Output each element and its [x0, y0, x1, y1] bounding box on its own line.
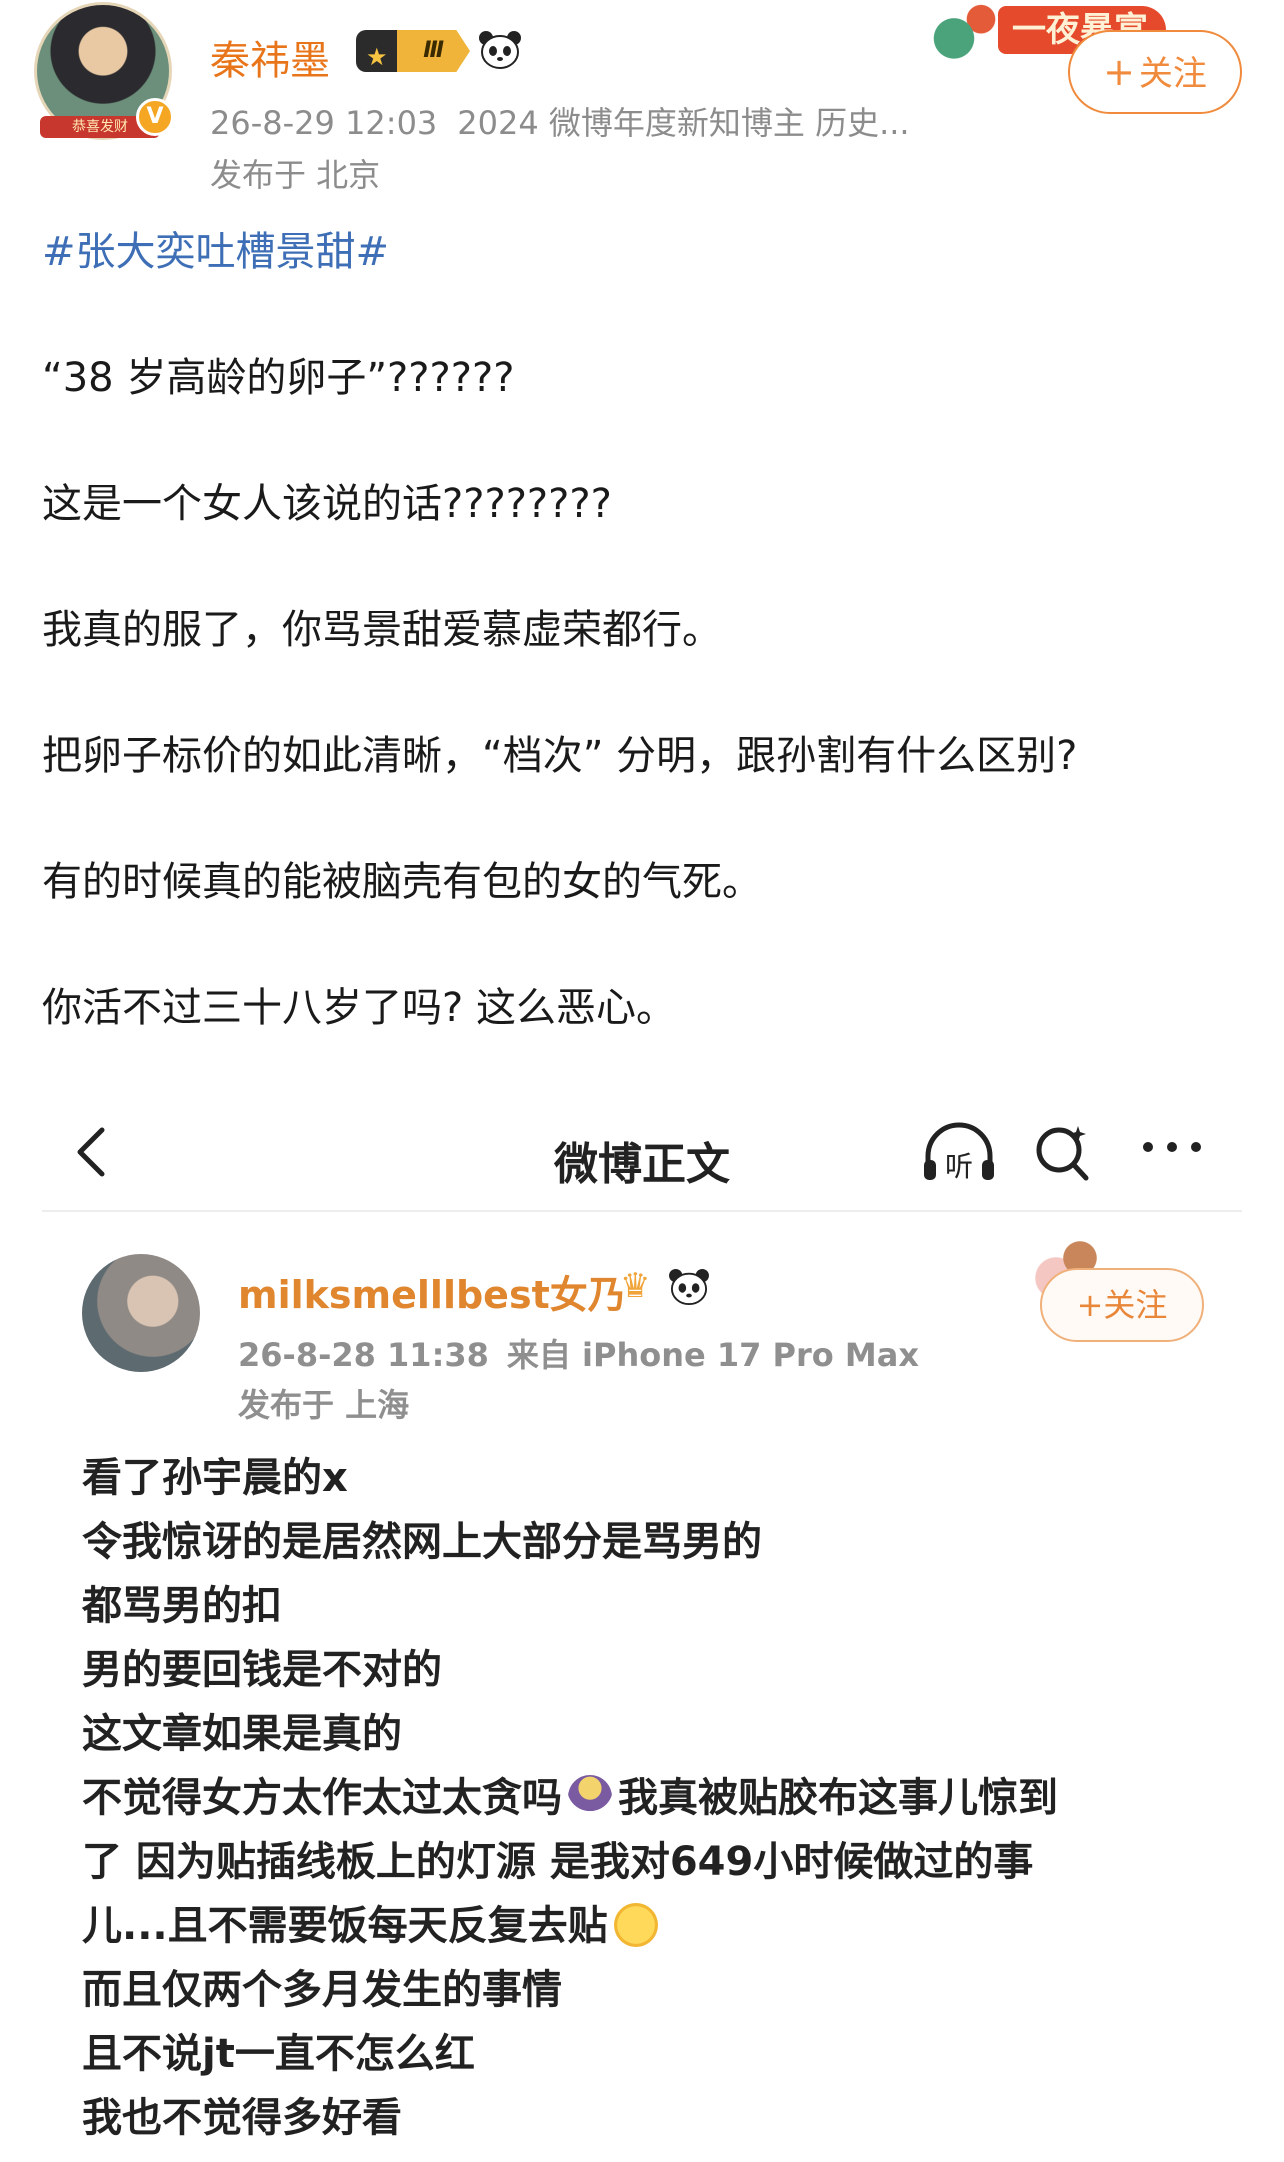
vip-star-icon: ★: [366, 43, 388, 71]
post-paragraph: 你活不过三十八岁了吗? 这么恶心。: [42, 985, 676, 1031]
embedded-line: 令我惊讶的是居然网上大部分是骂男的: [82, 1519, 762, 1565]
thinking-emoji-icon: [568, 1775, 612, 1819]
embedded-line-text: 儿...且不需要饭每天反复去贴: [82, 1903, 608, 1949]
follow-label: 关注: [1138, 54, 1207, 94]
embedded-line: 这文章如果是真的: [82, 1711, 402, 1757]
post-timestamp: 26-8-29 12:03: [210, 104, 438, 142]
search-icon: [1036, 1126, 1089, 1181]
hashtag-link[interactable]: #张大奕吐槽景甜#: [42, 226, 1242, 278]
post-paragraph: 把卵子标价的如此清晰，“档次” 分明，跟孙割有什么区别?: [42, 733, 1078, 779]
post-location: 发布于 北京: [210, 156, 381, 194]
embedded-follow-label: 关注: [1103, 1286, 1168, 1324]
plus-icon: +: [1076, 1286, 1104, 1324]
post-header: 恭喜发财 V 秦祎墨 ★ Ⅲ 26-8-29 12:03 2024 微博年度新知博…: [0, 0, 1284, 194]
embedded-author-avatar: [82, 1254, 200, 1372]
post-paragraph: 我真的服了，你骂景甜爱慕虚荣都行。: [42, 607, 722, 653]
embedded-line: 我也不觉得多好看: [82, 2095, 402, 2141]
smirk-emoji-icon: [613, 1903, 658, 1947]
embedded-screenshot[interactable]: 微博正文 听 milksmelllbest女乃 ♛ 26-8-28 11:38 来…: [42, 1082, 1242, 2162]
embedded-line-with-emoji: 儿...且不需要饭每天反复去贴: [82, 1894, 1222, 1958]
embedded-follow-button: +关注: [1040, 1268, 1204, 1342]
follow-button[interactable]: + 关注: [1068, 30, 1242, 114]
embedded-line: 都骂男的扣: [82, 1583, 282, 1629]
author-avatar[interactable]: 恭喜发财 V: [34, 2, 176, 144]
panda-icon: [669, 1268, 709, 1306]
embedded-line: 看了孙宇晨的x: [82, 1455, 348, 1501]
listen-label: 听: [945, 1150, 973, 1183]
panda-icon: [479, 31, 521, 69]
post-meta: 26-8-29 12:03 2024 微博年度新知博主 历史...: [210, 98, 910, 144]
embedded-line: 男的要回钱是不对的: [82, 1647, 442, 1693]
crown-icon: ♛: [620, 1266, 651, 1306]
embedded-timestamp: 26-8-28 11:38: [238, 1336, 489, 1374]
plus-icon: +: [1103, 50, 1135, 94]
post-paragraph: “38 岁高龄的卵子”??????: [42, 355, 515, 401]
embedded-line: 而且仅两个多月发生的事情: [82, 1967, 562, 2013]
embedded-line-text: 我真被贴胶布这事儿惊到: [618, 1775, 1058, 1821]
post-body: #张大奕吐槽景甜# “38 岁高龄的卵子”?????? 这是一个女人该说的话??…: [42, 226, 1242, 1108]
embedded-post-meta: 26-8-28 11:38 来自 iPhone 17 Pro Max: [238, 1330, 919, 1376]
embedded-line-with-emoji: 不觉得女方太作太过太贪吗 我真被贴胶布这事儿惊到: [82, 1766, 1222, 1830]
embedded-source: 来自 iPhone 17 Pro Max: [506, 1336, 919, 1374]
embedded-location: 发布于 上海: [238, 1386, 410, 1424]
vip-level-badge[interactable]: ★ Ⅲ: [356, 30, 470, 72]
embedded-post-body: 看了孙宇晨的x 令我惊讶的是居然网上大部分是骂男的 都骂男的扣 男的要回钱是不对…: [82, 1446, 1222, 2150]
embedded-line: 了 因为贴插线板上的灯源 是我对649小时候做过的事: [82, 1839, 1034, 1885]
vip-level-text: Ⅲ: [423, 38, 444, 63]
verified-badge-icon: V: [136, 98, 174, 136]
embedded-line: 且不说jt一直不怎么红: [82, 2031, 475, 2077]
post-paragraph: 有的时候真的能被脑壳有包的女的气死。: [42, 859, 762, 905]
post-paragraph: 这是一个女人该说的话????????: [42, 481, 612, 527]
more-dots-icon: [1143, 1142, 1201, 1152]
author-title-tag[interactable]: 2024 微博年度新知博主 历史...: [457, 104, 909, 142]
listen-icon: 听: [924, 1122, 994, 1183]
embedded-nav-bar: 微博正文 听: [42, 1082, 1242, 1212]
dragon-decoration-icon: [918, 0, 1008, 64]
author-name[interactable]: 秦祎墨: [210, 28, 330, 86]
embedded-author-name: milksmelllbest女乃: [238, 1273, 626, 1317]
embedded-line-text: 不觉得女方太作太过太贪吗: [82, 1775, 562, 1821]
